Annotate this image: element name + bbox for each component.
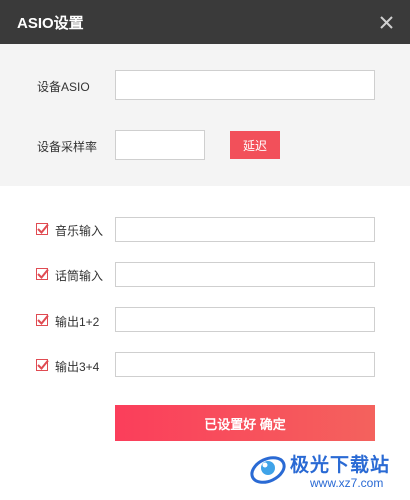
window-title: ASIO设置 (17, 15, 84, 32)
check-icon (37, 359, 49, 370)
mic-input-label: 话筒输入 (55, 269, 104, 283)
output-1-2-checkbox[interactable] (36, 314, 49, 326)
close-icon[interactable] (372, 8, 400, 36)
aurora-logo-icon (250, 456, 286, 484)
title-bar: ASIO设置 (0, 0, 410, 44)
sample-rate-field[interactable] (115, 130, 205, 160)
mic-input-field[interactable] (115, 262, 375, 287)
check-icon (37, 268, 49, 279)
output-3-4-checkbox[interactable] (36, 359, 49, 371)
asio-settings-window: ASIO设置 设备ASIO 设备采样率 延迟 音乐输入 话筒输入 输出1+2 输… (0, 0, 410, 500)
mic-input-checkbox[interactable] (36, 268, 49, 280)
output-3-4-field[interactable] (115, 352, 375, 377)
output-3-4-label: 输出3+4 (55, 360, 100, 374)
device-asio-field[interactable] (115, 70, 375, 100)
music-input-field[interactable] (115, 217, 375, 242)
check-icon (37, 223, 49, 234)
music-input-checkbox[interactable] (36, 223, 49, 235)
watermark-url: www.xz7.com (310, 476, 384, 490)
device-asio-label: 设备ASIO (37, 80, 90, 94)
watermark-name: 极光下载站 (290, 455, 391, 476)
music-input-label: 音乐输入 (55, 224, 104, 238)
sample-rate-label: 设备采样率 (37, 140, 98, 154)
delay-button[interactable]: 延迟 (230, 131, 280, 159)
check-icon (37, 314, 49, 325)
device-section (0, 44, 410, 186)
watermark: 极光下载站 www.xz7.com (248, 446, 408, 500)
output-1-2-field[interactable] (115, 307, 375, 332)
output-1-2-label: 输出1+2 (55, 315, 100, 329)
confirm-button[interactable]: 已设置好 确定 (115, 405, 375, 441)
